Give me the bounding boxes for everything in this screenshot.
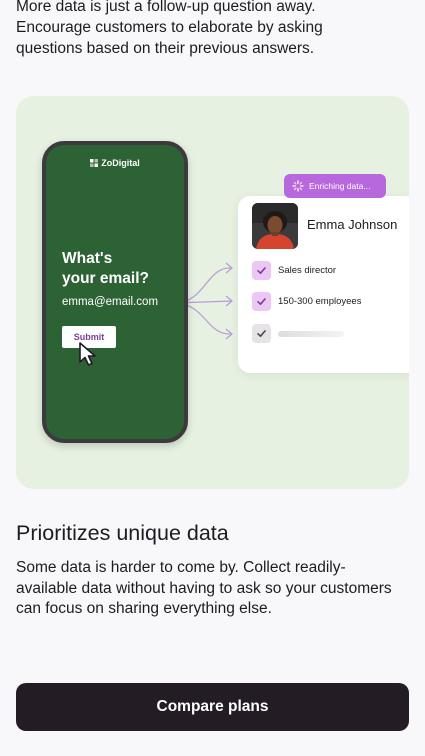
check-icon [257, 267, 266, 274]
phone-email-value: emma@email.com [62, 296, 159, 308]
phone-mockup: ZoDigital What's your email? emma@email.… [42, 141, 188, 443]
profile-name: Emma Johnson [307, 217, 398, 232]
intro-line: More data is just a follow-up question a… [16, 0, 316, 15]
intro-line: Encourage customers to elaborate by aski… [16, 19, 323, 36]
brand-logo-icon [90, 159, 99, 167]
spinner-icon [292, 180, 304, 192]
phone-question: What's your email? [62, 249, 182, 289]
brand-name: ZoDigital [101, 158, 140, 168]
enriching-badge: Enriching data... [284, 174, 386, 198]
avatar [252, 203, 298, 249]
section-title: Prioritizes unique data [16, 521, 229, 545]
feature-illustration: ZoDigital What's your email? emma@email.… [16, 96, 409, 489]
checkbox-checked [252, 261, 271, 280]
avatar-portrait [252, 203, 298, 249]
compare-plans-button[interactable]: Compare plans [16, 683, 409, 731]
section-body-line: Some data is harder to come by. Collect … [16, 559, 346, 576]
phone-brand: ZoDigital [46, 158, 184, 168]
checkbox-pending [252, 324, 271, 343]
profile-row-label: Sales director [278, 265, 337, 276]
intro-text: More data is just a follow-up question a… [16, 0, 411, 59]
profile-row: Sales director [252, 261, 336, 280]
section-body-line: can focus on sharing everything else. [16, 600, 272, 617]
loading-placeholder [278, 330, 344, 337]
profile-row: 150-300 employees [252, 292, 361, 311]
question-line: What's [62, 250, 113, 267]
check-icon [257, 330, 266, 337]
profile-row-label: 150-300 employees [278, 296, 362, 307]
question-line: your email? [62, 270, 149, 287]
section-body: Some data is harder to come by. Collect … [16, 558, 416, 620]
profile-row-pending [252, 324, 344, 343]
section-body-line: available data without having to ask so … [16, 579, 392, 597]
cursor-icon [79, 342, 96, 366]
check-icon [257, 298, 266, 305]
enriching-label: Enriching data... [309, 181, 371, 191]
profile-card: Emma Johnson Sales director 150-300 empl… [238, 196, 409, 373]
checkbox-checked [252, 292, 271, 311]
intro-line: questions based on their previous answer… [16, 40, 315, 57]
